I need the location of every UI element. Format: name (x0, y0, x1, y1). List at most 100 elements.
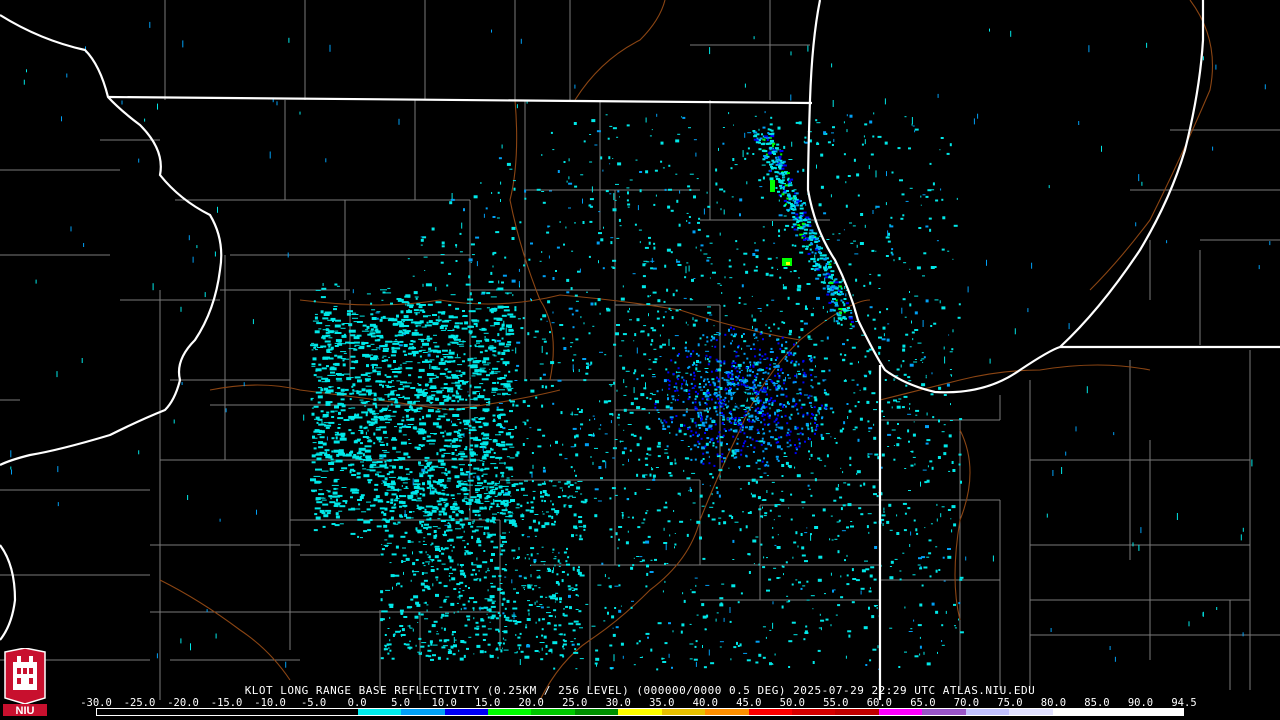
echo-pixel (919, 636, 921, 639)
echo-pixel (327, 330, 334, 334)
echo-pixel (372, 369, 377, 373)
echo-pixel (491, 602, 495, 605)
echo-pixel (718, 431, 721, 434)
echo-pixel (335, 319, 341, 322)
echo-pixel (340, 388, 345, 392)
echo-pixel (803, 232, 808, 235)
echo-pixel (425, 505, 433, 508)
echo-pixel (940, 137, 944, 139)
echo-pixel (911, 450, 914, 453)
echo-pixel (776, 143, 780, 146)
echo-pixel (401, 628, 405, 632)
echo-pixel (314, 418, 320, 420)
echo-pixel (444, 468, 447, 472)
echo-pixel (465, 398, 468, 401)
echo-pixel (675, 289, 678, 292)
echo-pixel (331, 437, 335, 440)
echo-pixel (445, 368, 448, 370)
echo-pixel (763, 556, 765, 559)
echo-pixel (843, 482, 847, 484)
echo-pixel (678, 223, 681, 227)
echo-pixel (617, 162, 622, 166)
echo-pixel (775, 187, 778, 189)
echo-pixel (439, 372, 446, 375)
echo-pixel (505, 385, 512, 388)
echo-pixel (473, 467, 480, 470)
echo-pixel (912, 574, 916, 576)
echo-pixel (815, 238, 819, 240)
echo-pixel (860, 513, 864, 516)
echo-pixel (526, 618, 531, 621)
echo-pixel (422, 415, 425, 419)
echo-pixel (499, 614, 502, 617)
echo-pixel (609, 413, 614, 416)
echo-pixel (724, 333, 727, 336)
echo-pixel (574, 648, 577, 651)
echo-pixel (761, 410, 764, 413)
echo-pixel (451, 399, 456, 402)
echo-pixel (715, 446, 718, 449)
echo-pixel (817, 578, 822, 582)
echo-pixel (467, 618, 471, 621)
echo-pixel (849, 362, 853, 365)
echo-pixel (812, 232, 816, 235)
echo-pixel (951, 529, 953, 533)
echo-pixel (574, 469, 576, 472)
echo-pixel (426, 465, 430, 467)
echo-pixel (436, 633, 440, 635)
echo-pixel (786, 172, 790, 175)
echo-pixel (398, 465, 403, 469)
echo-pixel (449, 579, 451, 582)
echo-pixel (427, 409, 434, 413)
echo-pixel (765, 272, 769, 276)
echo-pixel (344, 358, 350, 360)
echo-pixel (671, 316, 674, 320)
echo-pixel (720, 602, 723, 605)
echo-pixel (522, 443, 525, 446)
echo-pixel (408, 309, 410, 313)
echo-pixel (357, 518, 364, 521)
echo-pixel (475, 621, 479, 624)
echo-pixel (525, 626, 528, 629)
echo-pixel (704, 394, 708, 398)
echo-pixel (758, 508, 762, 511)
echo-pixel (414, 446, 421, 449)
echo-pixel (710, 370, 713, 373)
echo-pixel (921, 383, 926, 387)
echo-pixel (474, 386, 482, 389)
echo-pixel (566, 563, 570, 566)
echo-pixel (456, 326, 460, 329)
echo-pixel (535, 396, 538, 399)
echo-pixel (905, 200, 909, 202)
echo-pixel (704, 357, 706, 361)
echo-pixel (681, 623, 685, 627)
echo-pixel (897, 436, 901, 439)
echo-pixel (499, 426, 503, 428)
echo-pixel (357, 413, 360, 416)
echo-pixel (314, 480, 321, 484)
echo-pixel (615, 532, 618, 536)
echo-pixel (690, 418, 695, 420)
echo-pixel (390, 403, 393, 406)
echo-pixel (492, 367, 499, 370)
echo-pixel (417, 532, 423, 534)
echo-pixel (743, 409, 747, 410)
echo-pixel (750, 492, 752, 495)
echo-pixel (361, 341, 365, 345)
echo-pixel (578, 411, 583, 413)
echo-pixel (402, 395, 405, 398)
echo-pixel (626, 498, 629, 501)
echo-pixel (452, 414, 460, 417)
echo-pixel (507, 341, 512, 344)
echo-pixel (558, 551, 560, 554)
echo-pixel (447, 356, 454, 359)
echo-pixel (420, 346, 423, 348)
echo-pixel (372, 466, 380, 468)
echo-pixel (482, 486, 489, 488)
echo-pixel (915, 414, 918, 416)
echo-pixel (418, 306, 423, 309)
echo-pixel (331, 450, 334, 453)
echo-pixel (369, 410, 376, 413)
echo-pixel (474, 496, 477, 498)
echo-pixel (730, 167, 733, 170)
